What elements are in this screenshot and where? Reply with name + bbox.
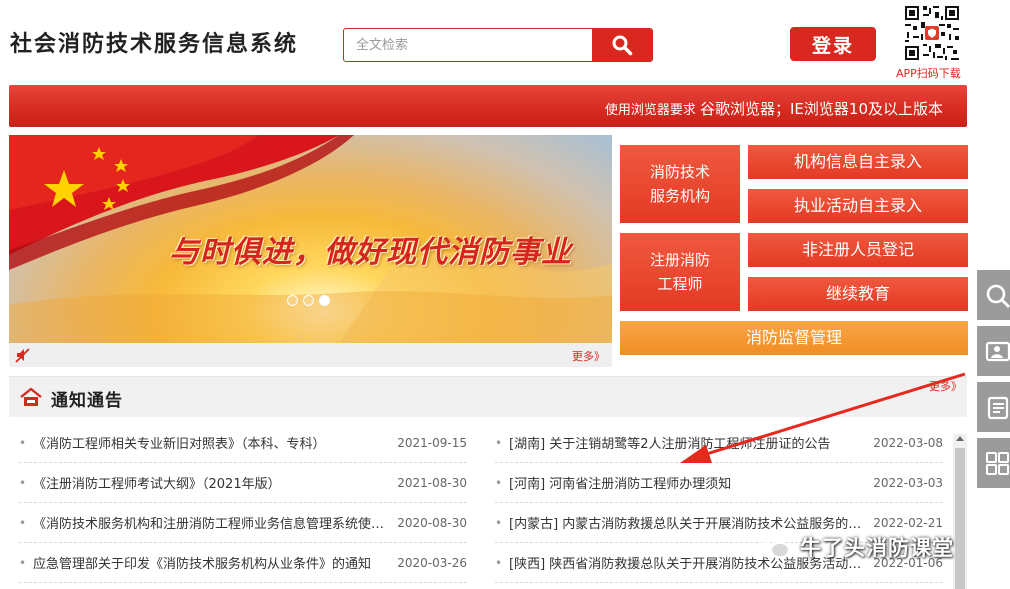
menu-registered-engineer[interactable]: 注册消防工程师 (620, 233, 740, 311)
menu-continuing-education[interactable]: 继续教育 (748, 277, 968, 311)
menu-item-label: 执业活动自主录入 (793, 196, 922, 215)
requirement-suffix: ；IE浏览器10及以上版本 (775, 100, 943, 118)
document-icon (987, 396, 1009, 419)
slider-dot[interactable] (303, 295, 314, 306)
notice-item[interactable]: • 《注册消防工程师考试大纲》（2021年版） 2021-08-30 (19, 463, 467, 503)
grid-icon (986, 451, 1009, 475)
menu-non-registered-registration[interactable]: 非注册人员登记 (748, 233, 968, 267)
search-icon (612, 35, 633, 56)
search-icon (986, 284, 1010, 308)
notice-item-title[interactable]: 《消防工程师相关专业新旧对照表》（本科、专科） (33, 433, 397, 452)
notice-item-date: 2022-03-03 (873, 475, 943, 490)
notice-item[interactable]: • 《消防技术服务机构和注册消防工程师业务信息管理系统使用手册》 2020-08-3… (19, 503, 467, 543)
bullet-icon: • (19, 555, 27, 570)
qr-caption: APP扫码下载 (896, 67, 961, 80)
notice-item-title[interactable]: 《注册消防工程师考试大纲》（2021年版） (33, 473, 397, 492)
side-toolbar (977, 270, 1010, 494)
bullet-icon: • (19, 515, 27, 530)
notice-item-title[interactable]: [河南] 河南省注册消防工程师办理须知 (509, 473, 873, 492)
bullet-icon: • (19, 435, 27, 450)
notice-item-date: 2021-08-30 (397, 475, 467, 490)
bullet-icon: • (495, 475, 503, 490)
search-input[interactable] (344, 29, 592, 61)
notice-more-link[interactable]: 更多》 (929, 378, 962, 394)
browser-name: 谷歌浏览器 (699, 100, 775, 118)
notice-header: 通知通告 (9, 377, 967, 417)
slider-more-link[interactable]: 更多》 (572, 348, 605, 364)
home-icon (20, 387, 42, 406)
notice-item-date: 2022-03-08 (873, 435, 943, 450)
notice-item[interactable]: • [湖南] 关于注销胡鹭等2人注册消防工程师注册证的公告 2022-03-08 (495, 423, 943, 463)
notice-item-date: 2022-02-21 (873, 515, 943, 530)
side-user-button[interactable] (977, 326, 1010, 376)
watermark: 牛了头消防课堂 (758, 532, 954, 562)
menu-fire-tech-org[interactable]: 消防技术服务机构 (620, 145, 740, 223)
bullet-icon: • (19, 475, 27, 490)
notice-item-date: 2020-08-30 (397, 515, 467, 530)
menu-item-label: 消防监督管理 (745, 328, 842, 347)
browser-requirement-text: 使用浏览器要求 谷歌浏览器；IE浏览器10及以上版本 (605, 98, 943, 119)
announcement-strip: 更多》 (9, 343, 612, 367)
slider-dot[interactable] (287, 295, 298, 306)
notice-item-title[interactable]: 《消防技术服务机构和注册消防工程师业务信息管理系统使用手册》 (33, 513, 397, 532)
scroll-up-arrow-icon[interactable] (956, 436, 964, 441)
user-card-icon (985, 341, 1010, 361)
site-title: 社会消防技术服务信息系统 (10, 31, 299, 57)
menu-fire-supervision[interactable]: 消防监督管理 (620, 321, 968, 355)
menu-item-label: 机构信息自主录入 (793, 152, 922, 171)
notice-item[interactable]: • 《消防工程师相关专业新旧对照表》（本科、专科） 2021-09-15 (19, 423, 467, 463)
speaker-icon (15, 348, 30, 363)
menu-item-label: 非注册人员登记 (801, 240, 914, 259)
bullet-icon: • (495, 515, 503, 530)
qr-code-image[interactable] (903, 4, 961, 62)
notice-item-title[interactable]: [湖南] 关于注销胡鹭等2人注册消防工程师注册证的公告 (509, 433, 873, 452)
notice-item-title[interactable]: [内蒙古] 内蒙古消防救援总队关于开展消防技术公益服务的通知 (509, 513, 873, 532)
slider-dot-active[interactable] (319, 295, 330, 306)
wechat-icon (758, 533, 791, 559)
bullet-icon: • (495, 435, 503, 450)
login-button[interactable]: 登录 (790, 27, 876, 61)
notice-item-title[interactable]: 应急管理部关于印发《消防技术服务机构从业条件》的通知 (33, 553, 397, 572)
notice-item[interactable]: • 应急管理部关于印发《消防技术服务机构从业条件》的通知 2020-03-26 (19, 543, 467, 583)
notice-list-left: • 《消防工程师相关专业新旧对照表》（本科、专科） 2021-09-15 • 《注册消… (19, 423, 467, 583)
banner-slider[interactable]: 与时俱进，做好现代消防事业 (9, 135, 612, 343)
requirement-prefix: 使用浏览器要求 (604, 103, 696, 118)
search-button[interactable] (592, 29, 652, 61)
side-apps-button[interactable] (977, 438, 1010, 488)
notice-item[interactable]: • [河南] 河南省注册消防工程师办理须知 2022-03-03 (495, 463, 943, 503)
notice-scrollbar[interactable] (953, 434, 967, 589)
search-box (343, 28, 653, 62)
notice-title: 通知通告 (51, 391, 123, 411)
menu-practice-entry[interactable]: 执业活动自主录入 (748, 189, 968, 223)
menu-org-info-entry[interactable]: 机构信息自主录入 (748, 145, 968, 179)
side-search-button[interactable] (977, 270, 1010, 320)
menu-registered-engineer-label: 注册消防工程师 (649, 251, 710, 293)
slider-slogan: 与时俱进，做好现代消防事业 (169, 235, 572, 270)
notice-item-date: 2021-09-15 (397, 435, 467, 450)
menu-fire-tech-org-label: 消防技术服务机构 (649, 163, 710, 205)
bullet-icon: • (495, 555, 503, 570)
watermark-text: 牛了头消防课堂 (800, 536, 954, 560)
side-document-button[interactable] (977, 382, 1010, 432)
browser-requirement-banner: 使用浏览器要求 谷歌浏览器；IE浏览器10及以上版本 (9, 85, 967, 127)
slider-pagination (287, 295, 330, 306)
menu-item-label: 继续教育 (825, 284, 890, 303)
notice-item-date: 2020-03-26 (397, 555, 467, 570)
scroll-thumb[interactable] (955, 448, 965, 589)
